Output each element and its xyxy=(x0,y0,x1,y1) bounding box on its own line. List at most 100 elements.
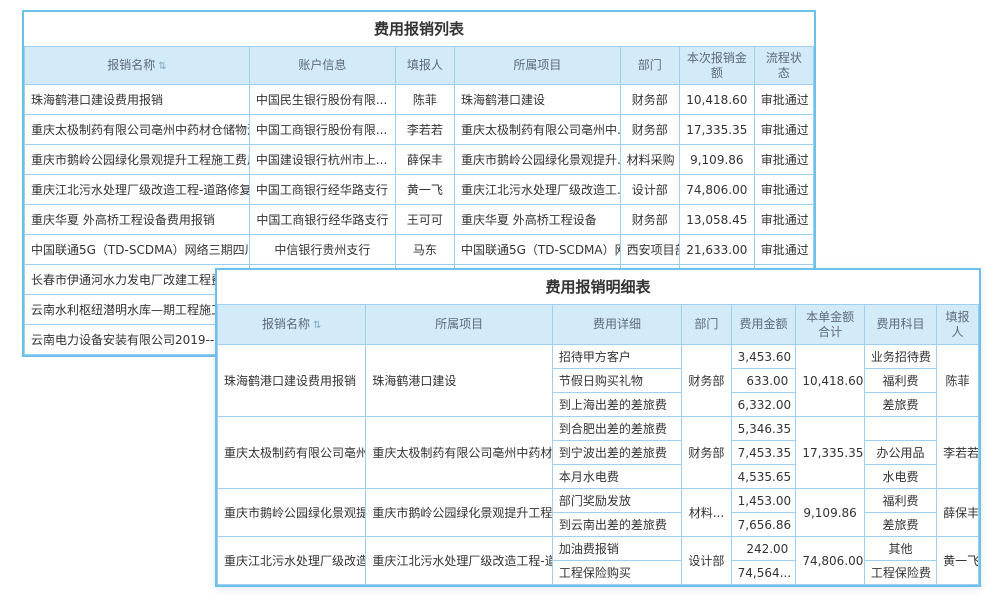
col-header-project: 所属项目 xyxy=(366,305,552,345)
category-cell: 业务招待费 xyxy=(864,345,936,369)
reimbursement-name-link[interactable]: 重庆市鹅岭公园绿化景观提升工程施工费用报销 xyxy=(25,145,250,175)
amount-cell: 4,535.65 xyxy=(731,465,796,489)
col-header-project: 所属项目 xyxy=(454,47,620,85)
expense-detail-cell: 本月水电费 xyxy=(552,465,681,489)
filler-link[interactable]: 黄一飞 xyxy=(395,175,454,205)
reimbursement-name-link[interactable]: 重庆市鹅岭公园绿化景观提升工 xyxy=(218,489,366,537)
project-link[interactable]: 重庆市鹅岭公园绿化景观提升... xyxy=(454,145,620,175)
amount-cell: 7,656.86 xyxy=(731,513,796,537)
reimbursement-name-link[interactable]: 珠海鹤港口建设费用报销 xyxy=(218,345,366,417)
filler-link[interactable]: 薛保丰 xyxy=(395,145,454,175)
col-header-name: 报销名称⇅ xyxy=(218,305,366,345)
amount-cell: 1,453.00 xyxy=(731,489,796,513)
col-header-filler: 填报人 xyxy=(937,305,979,345)
filler-link[interactable]: 陈菲 xyxy=(937,345,979,417)
category-cell: 水电费 xyxy=(864,465,936,489)
filler-link[interactable]: 李若若 xyxy=(937,417,979,489)
dept-cell: 设计部 xyxy=(620,175,679,205)
expense-detail-cell: 到合肥出差的差旅费 xyxy=(552,417,681,441)
detail-row: 珠海鹤港口建设费用报销 珠海鹤港口建设 招待甲方客户 财务部 3,453.60 … xyxy=(218,345,979,369)
status-cell: 审批通过 xyxy=(754,145,813,175)
account-cell: 中信银行贵州支行 xyxy=(249,235,395,265)
sort-icon[interactable]: ⇅ xyxy=(158,61,166,72)
reimbursement-name-link[interactable]: 中国联通5G（TD-SCDMA）网络三期四川工程费... xyxy=(25,235,250,265)
total-cell: 10,418.60 xyxy=(796,345,864,417)
filler-link[interactable]: 黄一飞 xyxy=(937,537,979,585)
dept-cell: 西安项目部 xyxy=(620,235,679,265)
detail-row: 重庆市鹅岭公园绿化景观提升工 重庆市鹅岭公园绿化景观提升工程施工 部门奖励发放 … xyxy=(218,489,979,513)
project-link[interactable]: 重庆太极制药有限公司亳州中药材仓储物流 xyxy=(366,417,552,489)
total-cell: 9,109.86 xyxy=(796,489,864,537)
category-cell: 差旅费 xyxy=(864,393,936,417)
expense-detail-cell: 部门奖励发放 xyxy=(552,489,681,513)
list-table-title: 费用报销列表 xyxy=(24,12,814,46)
dept-cell: 财务部 xyxy=(620,205,679,235)
col-header-dept: 部门 xyxy=(682,305,731,345)
table-row: 重庆华夏 外高桥工程设备费用报销 中国工商银行经华路支行 王可可 重庆华夏 外高… xyxy=(25,205,814,235)
sort-icon[interactable]: ⇅ xyxy=(313,320,321,331)
category-cell: 其他 xyxy=(864,537,936,561)
filler-link[interactable]: 李若若 xyxy=(395,115,454,145)
reimbursement-name-link[interactable]: 重庆江北污水处理厂级改造工程- xyxy=(218,537,366,585)
col-header-detail: 费用详细 xyxy=(552,305,681,345)
reimbursement-name-link[interactable]: 重庆华夏 外高桥工程设备费用报销 xyxy=(25,205,250,235)
reimbursement-name-link[interactable]: 重庆江北污水处理厂级改造工程-道路修复工程费用... xyxy=(25,175,250,205)
reimbursement-name-link[interactable]: 重庆太极制药有限公司亳州中药材仓储物流基地项... xyxy=(25,115,250,145)
detail-row: 重庆江北污水处理厂级改造工程- 重庆江北污水处理厂级改造工程-道路修复工 加油费… xyxy=(218,537,979,561)
category-cell: 工程保险费 xyxy=(864,561,936,585)
reimbursement-name-link[interactable]: 珠海鹤港口建设费用报销 xyxy=(25,85,250,115)
col-header-account: 账户信息 xyxy=(249,47,395,85)
category-cell xyxy=(864,417,936,441)
reimbursement-name-link[interactable]: 重庆太极制药有限公司亳州中药 xyxy=(218,417,366,489)
project-link[interactable]: 重庆市鹅岭公园绿化景观提升工程施工 xyxy=(366,489,552,537)
col-header-amount: 本次报销金额 xyxy=(679,47,754,85)
dept-cell: 材料采购 xyxy=(620,145,679,175)
col-header-name: 报销名称⇅ xyxy=(25,47,250,85)
expense-detail-cell: 到宁波出差的差旅费 xyxy=(552,441,681,465)
expense-detail-cell: 到上海出差的差旅费 xyxy=(552,393,681,417)
col-header-category: 费用科目 xyxy=(864,305,936,345)
project-link[interactable]: 重庆太极制药有限公司亳州中... xyxy=(454,115,620,145)
project-link[interactable]: 重庆华夏 外高桥工程设备 xyxy=(454,205,620,235)
list-header-row: 报销名称⇅ 账户信息 填报人 所属项目 部门 本次报销金额 流程状态 xyxy=(25,47,814,85)
filler-link[interactable]: 陈菲 xyxy=(395,85,454,115)
col-header-name-label: 报销名称 xyxy=(262,317,310,331)
detail-header-row: 报销名称⇅ 所属项目 费用详细 部门 费用金额 本单金额合计 费用科目 填报人 xyxy=(218,305,979,345)
filler-link[interactable]: 薛保丰 xyxy=(937,489,979,537)
filler-link[interactable]: 马东 xyxy=(395,235,454,265)
total-cell: 74,806.00 xyxy=(796,537,864,585)
table-row: 重庆太极制药有限公司亳州中药材仓储物流基地项... 中国工商银行股份有限... … xyxy=(25,115,814,145)
expense-detail-cell: 工程保险购买 xyxy=(552,561,681,585)
col-header-name-label: 报销名称 xyxy=(107,58,155,72)
project-link[interactable]: 重庆江北污水处理厂级改造工... xyxy=(454,175,620,205)
total-cell: 17,335.35 xyxy=(796,417,864,489)
status-cell: 审批通过 xyxy=(754,85,813,115)
category-cell: 差旅费 xyxy=(864,513,936,537)
amount-cell: 21,633.00 xyxy=(679,235,754,265)
amount-cell: 17,335.35 xyxy=(679,115,754,145)
dept-cell: 财务部 xyxy=(682,345,731,417)
amount-cell: 7,453.35 xyxy=(731,441,796,465)
expense-detail-panel: 费用报销明细表 报销名称⇅ 所属项目 费用详细 部门 费用金额 本单金额合计 费… xyxy=(215,268,981,587)
expense-detail-cell: 加油费报销 xyxy=(552,537,681,561)
project-link[interactable]: 珠海鹤港口建设 xyxy=(454,85,620,115)
table-row: 中国联通5G（TD-SCDMA）网络三期四川工程费... 中信银行贵州支行 马东… xyxy=(25,235,814,265)
table-row: 重庆市鹅岭公园绿化景观提升工程施工费用报销 中国建设银行杭州市上... 薛保丰 … xyxy=(25,145,814,175)
amount-cell: 3,453.60 xyxy=(731,345,796,369)
detail-table-title: 费用报销明细表 xyxy=(217,270,979,304)
amount-cell: 242.00 xyxy=(731,537,796,561)
account-cell: 中国建设银行杭州市上... xyxy=(249,145,395,175)
detail-row: 重庆太极制药有限公司亳州中药 重庆太极制药有限公司亳州中药材仓储物流 到合肥出差… xyxy=(218,417,979,441)
account-cell: 中国民生银行股份有限... xyxy=(249,85,395,115)
dept-cell: 财务部 xyxy=(620,85,679,115)
account-cell: 中国工商银行经华路支行 xyxy=(249,205,395,235)
status-cell: 审批通过 xyxy=(754,235,813,265)
table-row: 珠海鹤港口建设费用报销 中国民生银行股份有限... 陈菲 珠海鹤港口建设 财务部… xyxy=(25,85,814,115)
filler-link[interactable]: 王可可 xyxy=(395,205,454,235)
status-cell: 审批通过 xyxy=(754,115,813,145)
project-link[interactable]: 中国联通5G（TD-SCDMA）网... xyxy=(454,235,620,265)
dept-cell: 设计部 xyxy=(682,537,731,585)
project-link[interactable]: 珠海鹤港口建设 xyxy=(366,345,552,417)
project-link[interactable]: 重庆江北污水处理厂级改造工程-道路修复工 xyxy=(366,537,552,585)
dept-cell: 材料... xyxy=(682,489,731,537)
